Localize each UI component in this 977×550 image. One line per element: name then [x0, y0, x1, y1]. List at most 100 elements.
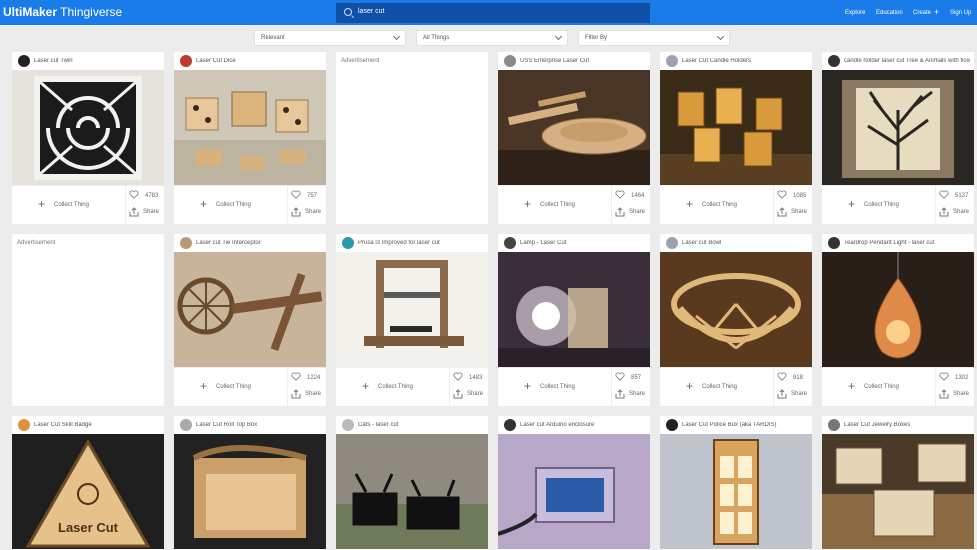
heart-icon[interactable] [129, 190, 139, 199]
card-title[interactable]: Laser Cut Dice [196, 58, 322, 64]
thumbnail[interactable] [174, 70, 326, 185]
plus-icon[interactable]: + [934, 8, 939, 17]
avatar[interactable] [828, 55, 840, 67]
share-button[interactable]: Share [953, 391, 969, 397]
thumbnail[interactable] [336, 252, 488, 367]
card-title[interactable]: Laser Cut Candle Holders [682, 58, 808, 64]
thumbnail[interactable] [174, 252, 326, 367]
nav-explore[interactable]: Explore [845, 10, 865, 16]
thing-card[interactable]: Lamp - Laser Cut + Collect Thing 857 Sha… [498, 234, 650, 407]
avatar[interactable] [18, 55, 30, 67]
collect-thing-button[interactable]: + Collect Thing [822, 368, 935, 407]
nav-education[interactable]: Education [876, 10, 903, 16]
nav-create[interactable]: Create [913, 10, 931, 16]
card-title[interactable]: Prusa i3 Improved for laser cut [358, 240, 484, 246]
avatar[interactable] [342, 419, 354, 431]
card-title[interactable]: Laser Cut Skill Badge [34, 422, 160, 428]
share-button[interactable]: Share [629, 209, 645, 215]
avatar[interactable] [666, 419, 678, 431]
card-title[interactable]: USS Enterprise Laser Cut [520, 58, 646, 64]
share-icon[interactable] [453, 389, 463, 399]
share-button[interactable]: Share [791, 391, 807, 397]
share-icon[interactable] [939, 207, 949, 217]
thing-card[interactable]: Laser Cut Roll Top Box [174, 416, 326, 550]
collect-thing-button[interactable]: + Collect Thing [498, 186, 611, 225]
share-icon[interactable] [939, 389, 949, 399]
share-icon[interactable] [129, 207, 139, 217]
thing-card[interactable]: Laser cut Arduino enclosure [498, 416, 650, 550]
thing-card[interactable]: Cats - laser cut [336, 416, 488, 550]
share-button[interactable]: Share [305, 209, 321, 215]
share-button[interactable]: Share [953, 209, 969, 215]
thing-card[interactable]: candle holder laser cut Tree & Animals w… [822, 52, 974, 225]
thumbnail[interactable] [822, 252, 974, 367]
thumbnail[interactable] [660, 70, 812, 185]
card-title[interactable]: Teardrop Pendant Light - laser cut [844, 240, 970, 246]
nav-sign-up[interactable]: Sign Up [950, 10, 971, 16]
avatar[interactable] [666, 237, 678, 249]
avatar[interactable] [504, 55, 516, 67]
thing-card[interactable]: Prusa i3 Improved for laser cut + Collec… [336, 234, 488, 407]
share-button[interactable]: Share [143, 209, 159, 215]
share-icon[interactable] [777, 389, 787, 399]
thing-card[interactable]: Teardrop Pendant Light - laser cut + Col… [822, 234, 974, 407]
share-icon[interactable] [777, 207, 787, 217]
card-title[interactable]: Laser cut Tie Interceptor [196, 240, 322, 246]
collect-thing-button[interactable]: + Collect Thing [174, 186, 287, 225]
thumbnail[interactable] [660, 252, 812, 367]
type-dropdown[interactable]: All Things [416, 30, 568, 46]
collect-thing-button[interactable]: + Collect Thing [660, 186, 773, 225]
avatar[interactable] [504, 237, 516, 249]
filter-dropdown[interactable]: Filter By [578, 30, 730, 46]
thumbnail[interactable] [822, 70, 974, 185]
thing-card[interactable]: Laser Cut Police Box (aka TARDIS) [660, 416, 812, 550]
avatar[interactable] [18, 419, 30, 431]
brand-logo[interactable]: UltiMaker Thingiverse [3, 5, 122, 19]
thing-card[interactable]: Laser cut Tie Interceptor + Collect Thin… [174, 234, 326, 407]
sort-dropdown[interactable]: Relevant [254, 30, 406, 46]
share-button[interactable]: Share [467, 391, 483, 397]
heart-icon[interactable] [777, 190, 787, 199]
thumbnail[interactable] [12, 70, 164, 185]
avatar[interactable] [504, 419, 516, 431]
thing-card[interactable]: Laser Cut Skill Badge Laser Cut [12, 416, 164, 550]
search-input[interactable]: laser cut [336, 3, 650, 23]
heart-icon[interactable] [939, 190, 949, 199]
heart-icon[interactable] [777, 372, 787, 381]
card-title[interactable]: Cats - laser cut [358, 422, 484, 428]
thumbnail[interactable] [498, 252, 650, 367]
collect-thing-button[interactable]: + Collect Thing [12, 186, 125, 225]
avatar[interactable] [828, 237, 840, 249]
heart-icon[interactable] [615, 190, 625, 199]
heart-icon[interactable] [453, 372, 463, 381]
heart-icon[interactable] [291, 372, 301, 381]
thumbnail[interactable] [822, 434, 974, 549]
card-title[interactable]: Lamp - Laser Cut [520, 240, 646, 246]
thumbnail[interactable] [174, 434, 326, 549]
avatar[interactable] [180, 419, 192, 431]
share-button[interactable]: Share [629, 391, 645, 397]
thing-card[interactable]: Laser Cut Candle Holders + Collect Thing… [660, 52, 812, 225]
card-title[interactable]: Laser cut Bowl [682, 240, 808, 246]
avatar[interactable] [828, 419, 840, 431]
collect-thing-button[interactable]: + Collect Thing [822, 186, 935, 225]
share-icon[interactable] [291, 389, 301, 399]
share-icon[interactable] [291, 207, 301, 217]
avatar[interactable] [180, 55, 192, 67]
heart-icon[interactable] [615, 372, 625, 381]
thumbnail[interactable] [498, 434, 650, 549]
collect-thing-button[interactable]: + Collect Thing [336, 368, 449, 407]
share-button[interactable]: Share [305, 391, 321, 397]
collect-thing-button[interactable]: + Collect Thing [174, 368, 287, 407]
thing-card[interactable]: USS Enterprise Laser Cut + Collect Thing… [498, 52, 650, 225]
share-button[interactable]: Share [791, 209, 807, 215]
card-title[interactable]: candle holder laser cut Tree & Animals w… [844, 58, 970, 64]
thumbnail[interactable]: Laser Cut [12, 434, 164, 549]
collect-thing-button[interactable]: + Collect Thing [660, 368, 773, 407]
collect-thing-button[interactable]: + Collect Thing [498, 368, 611, 407]
thing-card[interactable]: Laser Cut Jewelry Boxes [822, 416, 974, 550]
heart-icon[interactable] [939, 372, 949, 381]
avatar[interactable] [666, 55, 678, 67]
card-title[interactable]: Laser Cut Police Box (aka TARDIS) [682, 422, 808, 428]
card-title[interactable]: Laser cut Arduino enclosure [520, 422, 646, 428]
